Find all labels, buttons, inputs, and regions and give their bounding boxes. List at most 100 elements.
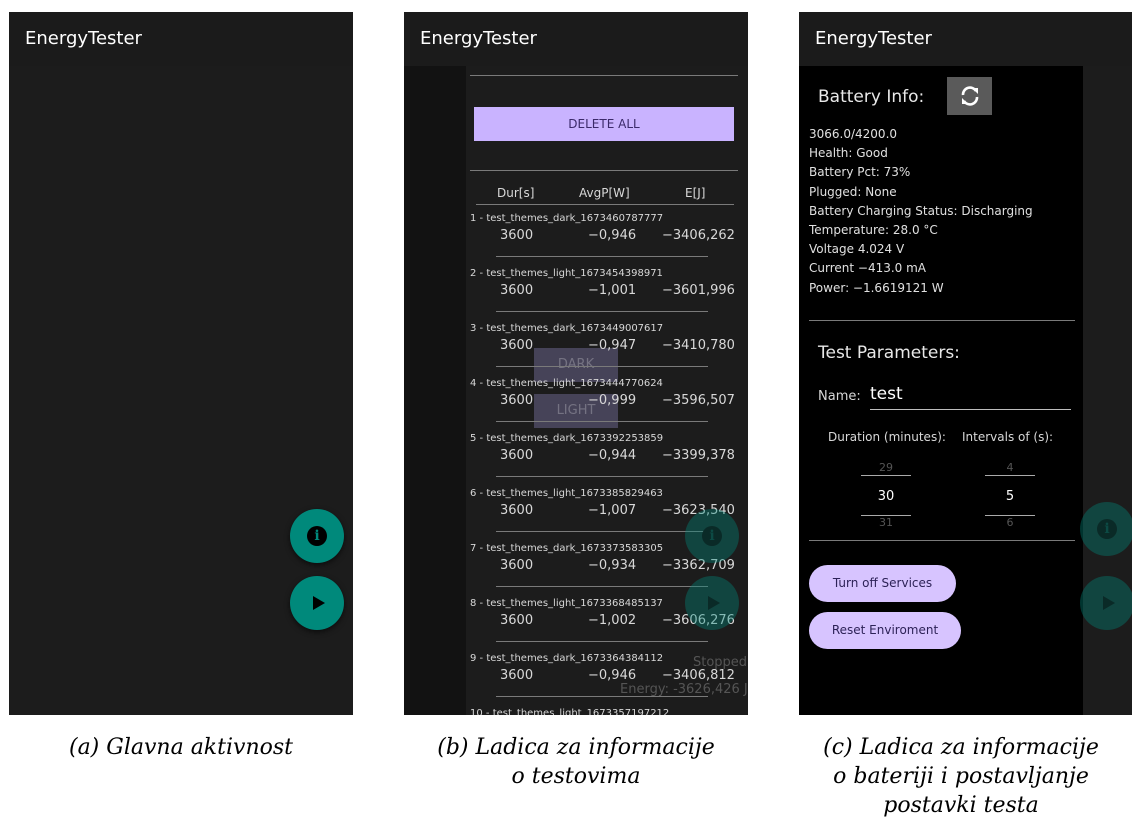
info-fab[interactable]: i	[290, 509, 344, 563]
duration-next: 31	[879, 516, 893, 529]
test-avg: −1,002	[588, 613, 637, 628]
row-divider	[496, 476, 708, 477]
caption-c: (c) Ladica za informacije o bateriji i p…	[790, 733, 1132, 820]
app-title: EnergyTester	[420, 28, 537, 49]
caption-a: (a) Glavna aktivnost	[9, 733, 353, 762]
test-e: −3596,507	[662, 393, 735, 408]
row-divider	[496, 586, 708, 587]
delete-all-button[interactable]: DELETE ALL	[474, 107, 734, 141]
refresh-button[interactable]	[947, 77, 992, 115]
info-icon: i	[307, 526, 327, 546]
test-avg: −0,946	[588, 668, 637, 683]
test-avg: −0,946	[588, 228, 637, 243]
battery-info-line: Current −413.0 mA	[809, 261, 927, 276]
caption-line: o bateriji i postavljanje	[833, 764, 1089, 789]
test-name: 8 - test_themes_light_1673368485137	[470, 598, 663, 609]
interval-picker[interactable]: 4 5 6	[985, 458, 1035, 530]
battery-info-line: Voltage 4.024 V	[809, 242, 905, 257]
dark-theme-button[interactable]: DARK	[534, 348, 618, 382]
interval-next: 6	[1006, 516, 1014, 529]
caption-line: (a) Glavna aktivnost	[68, 735, 293, 760]
test-name: 1 - test_themes_dark_1673460787777	[470, 213, 664, 224]
battery-info-title: Battery Info:	[818, 87, 925, 107]
test-avg: −0,944	[588, 448, 637, 463]
caption-line: (b) Ladica za informacije	[437, 735, 715, 760]
test-name: 7 - test_themes_dark_1673373583305	[470, 543, 664, 554]
screen-main-activity: EnergyTester i	[9, 12, 353, 715]
battery-info-line: 3066.0/4200.0	[809, 127, 898, 141]
row-divider	[496, 531, 708, 532]
play-fab[interactable]	[685, 576, 739, 630]
test-dur: 3600	[500, 613, 534, 628]
app-title: EnergyTester	[25, 28, 142, 49]
play-fab[interactable]	[1080, 576, 1132, 630]
test-dur: 3600	[500, 283, 534, 298]
test-dur: 3600	[500, 228, 534, 243]
test-name: 3 - test_themes_dark_1673449007617	[470, 323, 664, 334]
battery-info-line: Health: Good	[809, 146, 888, 161]
test-avg: −0,999	[588, 393, 637, 408]
app-title: EnergyTester	[815, 28, 932, 49]
app-bar: EnergyTester	[404, 12, 748, 66]
test-name: 4 - test_themes_light_1673444770624	[470, 378, 663, 389]
row-divider	[496, 421, 708, 422]
name-input[interactable]: test	[870, 384, 1071, 410]
play-icon	[1103, 596, 1115, 610]
battery-drawer[interactable]: Battery Info: 3066.0/4200.0 Health: Good B…	[799, 66, 1083, 715]
row-divider	[496, 311, 708, 312]
name-label: Name:	[818, 389, 861, 404]
test-avg: −0,934	[588, 558, 637, 573]
interval-value: 5	[1005, 489, 1015, 504]
battery-info-line: Power: −1.6619121 W	[809, 280, 944, 295]
test-avg: −1,007	[588, 503, 637, 518]
test-dur: 3600	[500, 448, 534, 463]
test-e: −3601,996	[662, 283, 735, 298]
header-duration: Dur[s]	[497, 186, 535, 200]
test-dur: 3600	[500, 558, 534, 573]
info-icon: i	[702, 526, 722, 546]
battery-info-line: Plugged: None	[809, 184, 897, 199]
duration-label: Duration (minutes):	[828, 430, 946, 444]
test-name: 9 - test_themes_dark_1673364384112	[470, 653, 664, 664]
divider	[809, 540, 1075, 541]
row-divider	[496, 366, 708, 367]
divider	[470, 75, 738, 76]
reset-environment-button[interactable]: Reset Enviroment	[809, 612, 961, 649]
play-fab[interactable]	[290, 576, 344, 630]
interval-prev: 4	[1006, 461, 1014, 474]
test-avg: −0,947	[588, 338, 637, 353]
duration-prev: 29	[879, 461, 893, 474]
picker-divider	[985, 475, 1035, 476]
caption-b: (b) Ladica za informacije o testovima	[404, 733, 748, 791]
test-name: 5 - test_themes_dark_1673392253859	[470, 433, 664, 444]
play-icon	[313, 596, 325, 610]
interval-label: Intervals of (s):	[962, 430, 1054, 444]
duration-picker[interactable]: 29 30 31	[861, 458, 911, 530]
play-icon	[708, 596, 720, 610]
test-dur: 3600	[500, 668, 534, 683]
test-dur: 3600	[500, 503, 534, 518]
test-name: 2 - test_themes_light_1673454398971	[470, 268, 663, 279]
battery-info-line: Temperature: 28.0 °C	[809, 223, 938, 237]
test-dur: 3600	[500, 338, 534, 353]
info-fab[interactable]: i	[685, 509, 739, 563]
duration-value: 30	[877, 489, 895, 504]
caption-line: (c) Ladica za informacije	[823, 735, 1099, 760]
battery-info-line: Battery Charging Status: Discharging	[809, 203, 1033, 218]
turn-off-services-button[interactable]: Turn off Services	[809, 565, 956, 602]
picker-divider	[861, 475, 911, 476]
test-name: 10 - test_themes_light_1673357197212	[470, 708, 670, 715]
app-bar: EnergyTester	[799, 12, 1132, 66]
energy-text: Energy: -3626,426 J	[620, 682, 748, 697]
test-dur: 3600	[500, 393, 534, 408]
info-fab[interactable]: i	[1080, 502, 1132, 556]
test-e: −3406,812	[662, 668, 735, 683]
test-avg: −1,001	[588, 283, 637, 298]
divider	[470, 170, 738, 171]
battery-info-line: Battery Pct: 73%	[809, 165, 911, 180]
screen-tests-drawer: EnergyTester DELETE ALL Dur[s] AvgP[W] E…	[404, 12, 748, 715]
test-name: 6 - test_themes_light_1673385829463	[470, 488, 663, 499]
test-e: −3399,378	[662, 448, 735, 463]
app-bar: EnergyTester	[9, 12, 353, 66]
refresh-icon	[961, 86, 978, 106]
